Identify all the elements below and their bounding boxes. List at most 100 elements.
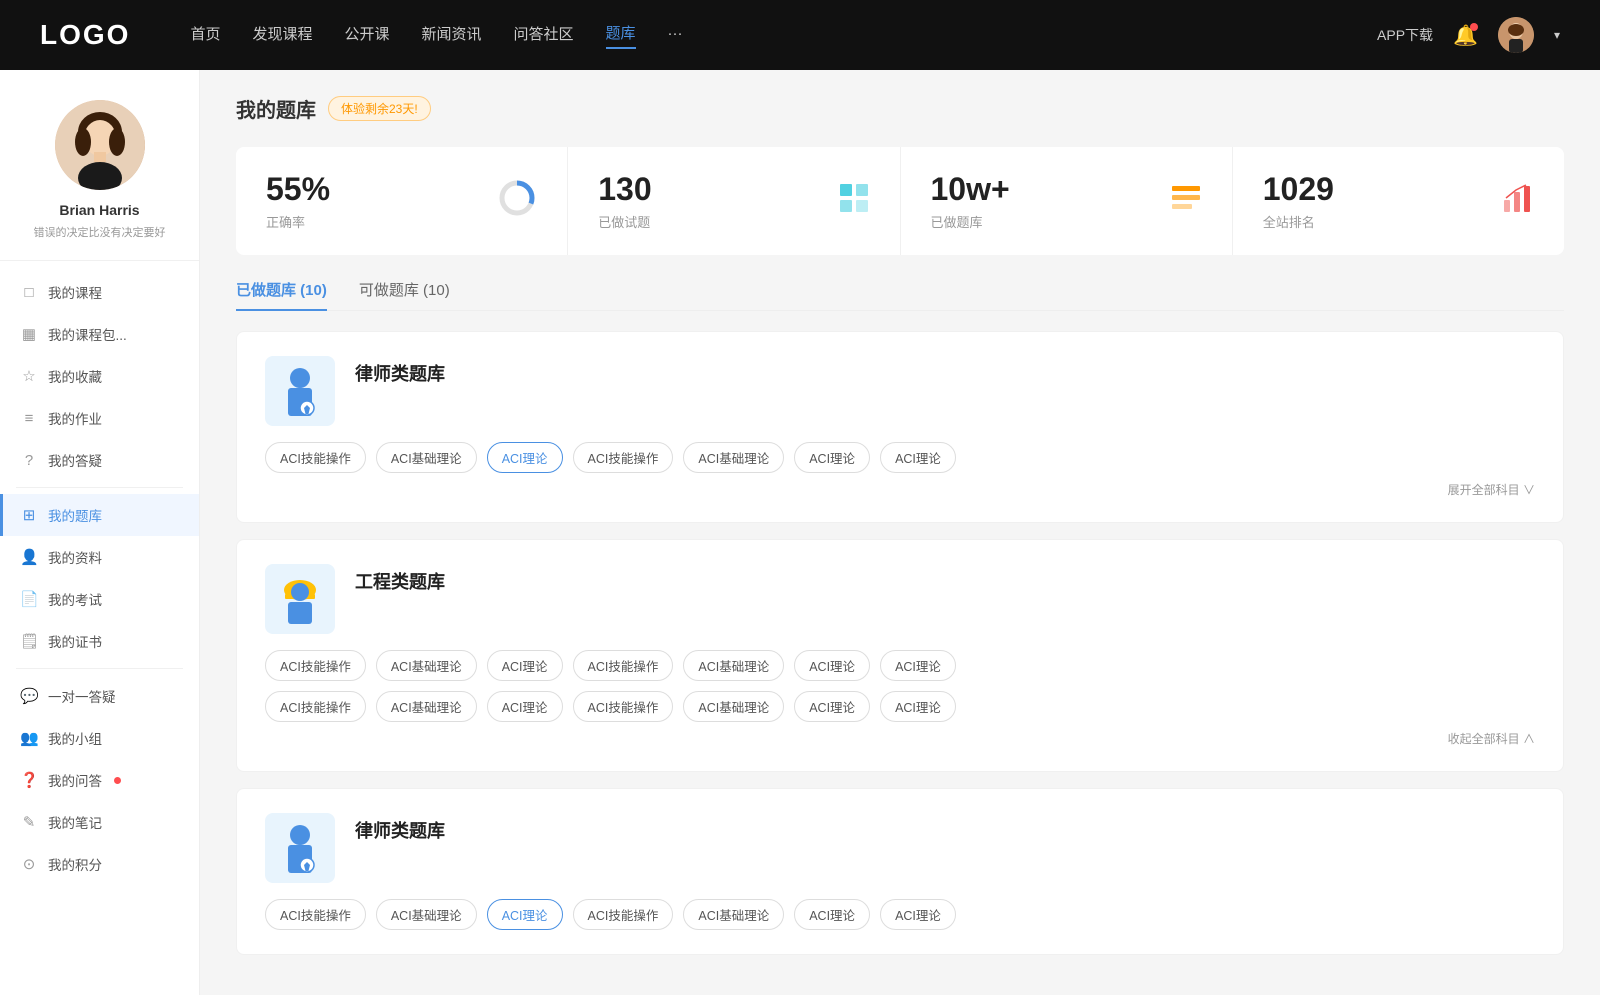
tag-2-0[interactable]: ACI技能操作 bbox=[265, 650, 366, 681]
user-dropdown-arrow[interactable]: ▾ bbox=[1554, 28, 1560, 42]
sidebar-item-question-bank[interactable]: ⊞ 我的题库 bbox=[0, 494, 199, 536]
tab-done[interactable]: 已做题库 (10) bbox=[236, 279, 327, 310]
sidebar: Brian Harris 错误的决定比没有决定要好 □ 我的课程 ▦ 我的课程包… bbox=[0, 70, 200, 995]
tag-2-6[interactable]: ACI理论 bbox=[880, 650, 956, 681]
sidebar-divider-1 bbox=[16, 487, 183, 488]
stat-text-rate: 55% 正确率 bbox=[266, 171, 330, 231]
stat-label-rate: 正确率 bbox=[266, 212, 330, 231]
tag-3-1[interactable]: ACI基础理论 bbox=[376, 899, 477, 930]
notes-icon: ✎ bbox=[20, 813, 38, 831]
sidebar-item-group[interactable]: 👥 我的小组 bbox=[0, 717, 199, 759]
sidebar-item-profile[interactable]: 👤 我的资料 bbox=[0, 536, 199, 578]
tag-3-5[interactable]: ACI理论 bbox=[794, 899, 870, 930]
questions-icon: ❓ bbox=[20, 771, 38, 789]
tag-2b-3[interactable]: ACI技能操作 bbox=[573, 691, 674, 722]
tag-2b-1[interactable]: ACI基础理论 bbox=[376, 691, 477, 722]
lawyer-title-2: 律师类题库 bbox=[355, 813, 445, 843]
bank-icon: ⊞ bbox=[20, 506, 38, 524]
navbar: LOGO 首页 发现课程 公开课 新闻资讯 问答社区 题库 ··· APP下载 … bbox=[0, 0, 1600, 70]
tag-2-2[interactable]: ACI理论 bbox=[487, 650, 563, 681]
page-title: 我的题库 bbox=[236, 94, 316, 123]
stat-value-rate: 55% bbox=[266, 171, 330, 208]
group-icon: 👥 bbox=[20, 729, 38, 747]
nav-quiz[interactable]: 题库 bbox=[606, 22, 636, 49]
tag-1-6[interactable]: ACI理论 bbox=[880, 442, 956, 473]
user-motto: 错误的决定比没有决定要好 bbox=[20, 224, 179, 240]
sidebar-item-favorites[interactable]: ☆ 我的收藏 bbox=[0, 355, 199, 397]
nav-qa[interactable]: 问答社区 bbox=[514, 23, 574, 48]
navbar-right: APP下载 🔔 ▾ bbox=[1377, 17, 1560, 53]
engineer-icon bbox=[265, 564, 335, 634]
nav-discover[interactable]: 发现课程 bbox=[252, 23, 312, 48]
nav-news[interactable]: 新闻资讯 bbox=[422, 23, 482, 48]
tag-2-3[interactable]: ACI技能操作 bbox=[573, 650, 674, 681]
stat-done-banks: 10w+ 已做题库 bbox=[901, 147, 1233, 255]
tag-3-0[interactable]: ACI技能操作 bbox=[265, 899, 366, 930]
sidebar-item-homework[interactable]: ≡ 我的作业 bbox=[0, 397, 199, 439]
sidebar-item-exam[interactable]: 📄 我的考试 bbox=[0, 578, 199, 620]
stat-correct-rate: 55% 正确率 bbox=[236, 147, 568, 255]
tab-available[interactable]: 可做题库 (10) bbox=[359, 279, 450, 310]
sidebar-item-certificate[interactable]: 🗒 我的证书 bbox=[0, 620, 199, 662]
tag-2b-0[interactable]: ACI技能操作 bbox=[265, 691, 366, 722]
engineer-title: 工程类题库 bbox=[355, 564, 445, 594]
nav-menu: 首页 发现课程 公开课 新闻资讯 问答社区 题库 ··· bbox=[190, 22, 1377, 49]
collapse-link[interactable]: 收起全部科目 ∧ bbox=[265, 722, 1535, 747]
app-download-link[interactable]: APP下载 bbox=[1377, 25, 1433, 45]
sidebar-item-qa[interactable]: ? 我的答疑 bbox=[0, 439, 199, 481]
sidebar-item-notes[interactable]: ✎ 我的笔记 bbox=[0, 801, 199, 843]
sidebar-item-courses[interactable]: □ 我的课程 bbox=[0, 271, 199, 313]
stat-value-questions: 130 bbox=[598, 171, 651, 208]
package-icon: ▦ bbox=[20, 325, 38, 343]
user-avatar-nav[interactable] bbox=[1498, 17, 1534, 53]
lawyer-icon-1 bbox=[265, 356, 335, 426]
nav-more[interactable]: ··· bbox=[668, 25, 683, 46]
tag-2-5[interactable]: ACI理论 bbox=[794, 650, 870, 681]
sidebar-item-tutor[interactable]: 💬 一对一答疑 bbox=[0, 675, 199, 717]
tag-2b-5[interactable]: ACI理论 bbox=[794, 691, 870, 722]
tag-2b-2[interactable]: ACI理论 bbox=[487, 691, 563, 722]
nav-open-course[interactable]: 公开课 bbox=[344, 23, 389, 48]
stat-label-banks: 已做题库 bbox=[931, 212, 1010, 231]
sidebar-divider-2 bbox=[16, 668, 183, 669]
tag-2-4[interactable]: ACI基础理论 bbox=[683, 650, 784, 681]
notification-badge bbox=[1470, 23, 1478, 31]
bank-card-lawyer-2: 律师类题库 ACI技能操作 ACI基础理论 ACI理论 ACI技能操作 ACI基… bbox=[236, 788, 1564, 955]
bank-header-1: 律师类题库 bbox=[265, 356, 1535, 426]
donut-chart-icon bbox=[497, 178, 537, 225]
tag-2b-6[interactable]: ACI理论 bbox=[880, 691, 956, 722]
lawyer-icon-2 bbox=[265, 813, 335, 883]
tag-1-5[interactable]: ACI理论 bbox=[794, 442, 870, 473]
tutor-icon: 💬 bbox=[20, 687, 38, 705]
bank-header-2: 工程类题库 bbox=[265, 564, 1535, 634]
tag-1-3[interactable]: ACI技能操作 bbox=[573, 442, 674, 473]
expand-link-1[interactable]: 展开全部科目 ∨ bbox=[265, 473, 1535, 498]
tag-2-1[interactable]: ACI基础理论 bbox=[376, 650, 477, 681]
tags-row-2: ACI技能操作 ACI基础理论 ACI理论 ACI技能操作 ACI基础理论 AC… bbox=[265, 650, 1535, 681]
tag-3-3[interactable]: ACI技能操作 bbox=[573, 899, 674, 930]
sidebar-item-course-package[interactable]: ▦ 我的课程包... bbox=[0, 313, 199, 355]
tag-3-4[interactable]: ACI基础理论 bbox=[683, 899, 784, 930]
tag-3-6[interactable]: ACI理论 bbox=[880, 899, 956, 930]
nav-home[interactable]: 首页 bbox=[190, 23, 220, 48]
tabs-row: 已做题库 (10) 可做题库 (10) bbox=[236, 279, 1564, 311]
sidebar-item-questions[interactable]: ❓ 我的问答 bbox=[0, 759, 199, 801]
user-avatar bbox=[55, 100, 145, 190]
tag-1-1[interactable]: ACI基础理论 bbox=[376, 442, 477, 473]
tags-row-3: ACI技能操作 ACI基础理论 ACI理论 ACI技能操作 ACI基础理论 AC… bbox=[265, 899, 1535, 930]
tag-3-2[interactable]: ACI理论 bbox=[487, 899, 563, 930]
avatar-image bbox=[1498, 17, 1534, 53]
tag-1-0[interactable]: ACI技能操作 bbox=[265, 442, 366, 473]
sidebar-item-points[interactable]: ⊙ 我的积分 bbox=[0, 843, 199, 885]
trial-badge: 体验剩余23天! bbox=[328, 96, 431, 121]
tag-1-4[interactable]: ACI基础理论 bbox=[683, 442, 784, 473]
notification-bell[interactable]: 🔔 bbox=[1453, 23, 1478, 48]
stat-done-questions: 130 已做试题 bbox=[568, 147, 900, 255]
profile-icon: 👤 bbox=[20, 548, 38, 566]
lawyer-title-1: 律师类题库 bbox=[355, 356, 445, 386]
tag-1-2[interactable]: ACI理论 bbox=[487, 442, 563, 473]
page-header: 我的题库 体验剩余23天! bbox=[236, 94, 1564, 123]
bank-card-engineer: 工程类题库 ACI技能操作 ACI基础理论 ACI理论 ACI技能操作 ACI基… bbox=[236, 539, 1564, 772]
stat-label-rank: 全站排名 bbox=[1263, 212, 1334, 231]
tag-2b-4[interactable]: ACI基础理论 bbox=[683, 691, 784, 722]
